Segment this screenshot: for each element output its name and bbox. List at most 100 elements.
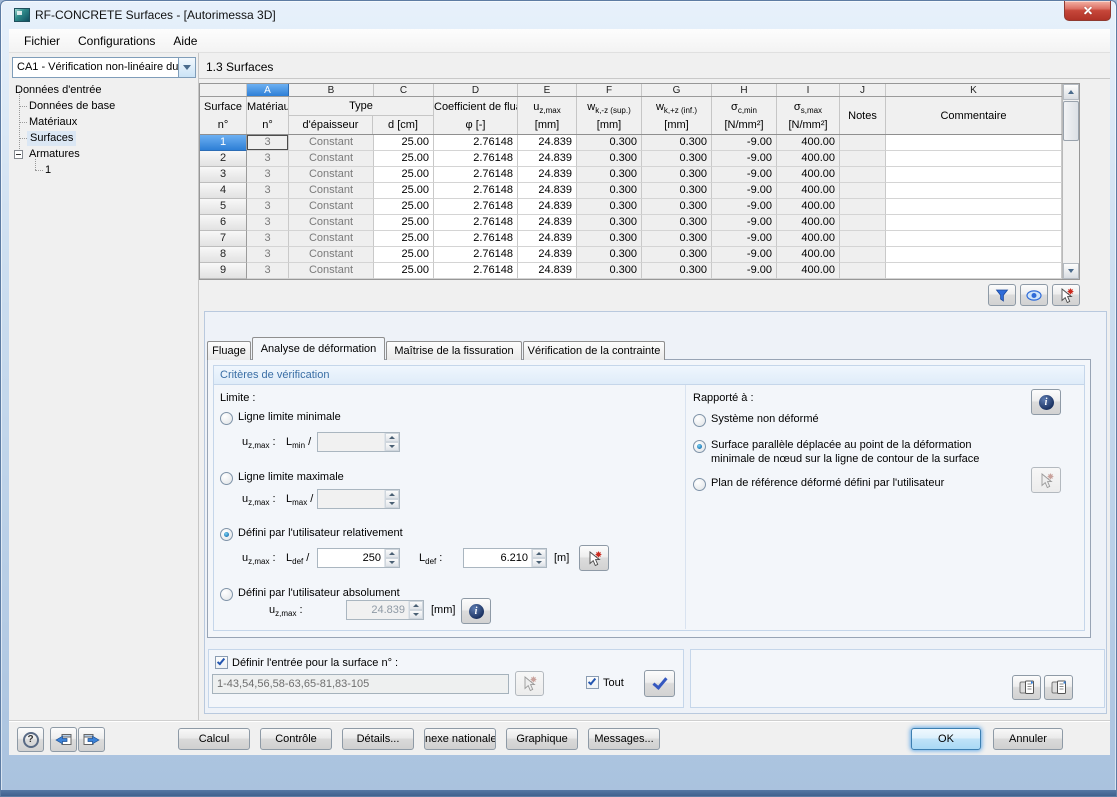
cell-type-epaisseur[interactable]: Constant xyxy=(289,167,374,183)
radio-label[interactable]: Surface parallèle déplacée au point de l… xyxy=(711,439,972,451)
row-number-cell[interactable]: 6 xyxy=(200,215,247,231)
cell-wk-sup[interactable]: 0.300 xyxy=(577,151,642,167)
cell-d-cm[interactable]: 25.00 xyxy=(374,199,434,215)
lmax-input[interactable] xyxy=(317,489,400,509)
cell-phi[interactable]: 2.76148 xyxy=(434,135,518,151)
tab-analyse-de-deformation[interactable]: Analyse de déformation xyxy=(252,337,385,360)
define-entry-checkbox[interactable] xyxy=(215,656,228,669)
cell-phi[interactable]: 2.76148 xyxy=(434,263,518,279)
row-number-cell[interactable]: 7 xyxy=(200,231,247,247)
cell-type-epaisseur[interactable]: Constant xyxy=(289,135,374,151)
cell-wk-inf[interactable]: 0.300 xyxy=(642,135,712,151)
cell-d-cm[interactable]: 25.00 xyxy=(374,183,434,199)
cell-commentaire[interactable] xyxy=(886,215,1062,231)
column-letter-c[interactable]: C xyxy=(374,84,434,96)
load-default-button[interactable] xyxy=(1044,675,1073,700)
apply-button[interactable] xyxy=(644,670,675,697)
cell-materiau[interactable]: 3 xyxy=(247,231,289,247)
column-letter-i[interactable]: I xyxy=(777,84,840,96)
previous-module-button[interactable] xyxy=(50,727,77,752)
spinner-arrows[interactable] xyxy=(384,433,399,451)
cell-materiau[interactable]: 3 xyxy=(247,247,289,263)
cell-wk-inf[interactable]: 0.300 xyxy=(642,167,712,183)
cell-sigma-s-max[interactable]: 400.00 xyxy=(777,231,840,247)
cell-sigma-c-min[interactable]: -9.00 xyxy=(712,183,777,199)
cell-materiau[interactable]: 3 xyxy=(247,263,289,279)
spinner-arrows[interactable] xyxy=(531,549,546,567)
radio-label[interactable]: Défini par l'utilisateur absolument xyxy=(238,587,400,599)
menu-item-aide[interactable]: Aide xyxy=(164,31,206,51)
radio-label[interactable]: Système non déformé xyxy=(711,413,819,425)
ok-button[interactable]: OK xyxy=(911,728,981,750)
cell-uzmax[interactable]: 24.839 xyxy=(518,199,577,215)
radio-defini-absolument[interactable] xyxy=(220,588,233,601)
cell-sigma-c-min[interactable]: -9.00 xyxy=(712,215,777,231)
cell-commentaire[interactable] xyxy=(886,151,1062,167)
tree-item-surfaces[interactable]: Surfaces xyxy=(27,131,77,146)
cell-commentaire[interactable] xyxy=(886,231,1062,247)
cell-d-cm[interactable]: 25.00 xyxy=(374,167,434,183)
cancel-button[interactable]: Annuler xyxy=(993,728,1063,750)
info-button-uzmax[interactable]: i xyxy=(461,598,491,624)
cell-wk-inf[interactable]: 0.300 xyxy=(642,231,712,247)
column-letter-h[interactable]: H xyxy=(712,84,777,96)
cell-wk-sup[interactable]: 0.300 xyxy=(577,247,642,263)
row-number-cell[interactable]: 1 xyxy=(200,135,247,151)
cell-d-cm[interactable]: 25.00 xyxy=(374,135,434,151)
radio-plan-reference[interactable] xyxy=(693,478,706,491)
cell-sigma-s-max[interactable]: 400.00 xyxy=(777,199,840,215)
cell-wk-inf[interactable]: 0.300 xyxy=(642,183,712,199)
cell-phi[interactable]: 2.76148 xyxy=(434,167,518,183)
cell-uzmax[interactable]: 24.839 xyxy=(518,215,577,231)
menu-item-fichier[interactable]: Fichier xyxy=(15,31,69,51)
cell-uzmax[interactable]: 24.839 xyxy=(518,135,577,151)
uzmax-abs-input[interactable]: 24.839 xyxy=(346,600,424,620)
radio-label[interactable]: Ligne limite minimale xyxy=(238,411,341,423)
radio-ligne-limite-maximale[interactable] xyxy=(220,472,233,485)
cell-notes[interactable] xyxy=(840,199,886,215)
cell-uzmax[interactable]: 24.839 xyxy=(518,183,577,199)
cell-wk-sup[interactable]: 0.300 xyxy=(577,135,642,151)
surface-list-input[interactable]: 1-43,54,56,58-63,65-81,83-105 xyxy=(212,674,509,694)
cell-notes[interactable] xyxy=(840,263,886,279)
cell-materiau[interactable]: 3 xyxy=(247,135,289,151)
cell-d-cm[interactable]: 25.00 xyxy=(374,231,434,247)
cell-wk-inf[interactable]: 0.300 xyxy=(642,199,712,215)
cell-materiau[interactable]: 3 xyxy=(247,215,289,231)
cell-commentaire[interactable] xyxy=(886,183,1062,199)
cell-materiau[interactable]: 3 xyxy=(247,183,289,199)
cell-sigma-c-min[interactable]: -9.00 xyxy=(712,151,777,167)
cell-notes[interactable] xyxy=(840,215,886,231)
scroll-up-button[interactable] xyxy=(1063,84,1079,100)
radio-defini-relativement[interactable] xyxy=(220,528,233,541)
cell-notes[interactable] xyxy=(840,135,886,151)
row-number-cell[interactable]: 3 xyxy=(200,167,247,183)
column-letter-b[interactable]: B xyxy=(289,84,374,96)
cell-notes[interactable] xyxy=(840,167,886,183)
pick-length-button[interactable] xyxy=(579,545,609,571)
design-case-dropdown[interactable]: CA1 - Vérification non-linéaire du xyxy=(12,57,196,78)
controle-button[interactable]: Contrôle xyxy=(260,728,332,750)
cell-notes[interactable] xyxy=(840,183,886,199)
cell-sigma-s-max[interactable]: 400.00 xyxy=(777,135,840,151)
cell-wk-inf[interactable]: 0.300 xyxy=(642,247,712,263)
tree-collapse-toggle[interactable] xyxy=(14,150,23,159)
cell-notes[interactable] xyxy=(840,247,886,263)
radio-label[interactable]: Défini par l'utilisateur relativement xyxy=(238,527,403,539)
graphique-button[interactable]: Graphique xyxy=(506,728,578,750)
cell-wk-sup[interactable]: 0.300 xyxy=(577,183,642,199)
cell-d-cm[interactable]: 25.00 xyxy=(374,151,434,167)
cell-notes[interactable] xyxy=(840,231,886,247)
messages-button[interactable]: Messages... xyxy=(588,728,660,750)
tree-item-donnees-de-base[interactable]: Données de base xyxy=(29,99,115,114)
cell-phi[interactable]: 2.76148 xyxy=(434,199,518,215)
tout-label[interactable]: Tout xyxy=(603,677,624,689)
next-module-button[interactable] xyxy=(78,727,105,752)
column-letter-k[interactable]: K xyxy=(886,84,1062,96)
radio-systeme-non-deforme[interactable] xyxy=(693,414,706,427)
radio-label[interactable]: minimale de nœud sur la ligne de contour… xyxy=(711,453,979,465)
calcul-button[interactable]: Calcul xyxy=(178,728,250,750)
ldef-divisor-input[interactable]: 250 xyxy=(317,548,400,568)
row-number-cell[interactable]: 9 xyxy=(200,263,247,279)
cell-uzmax[interactable]: 24.839 xyxy=(518,151,577,167)
